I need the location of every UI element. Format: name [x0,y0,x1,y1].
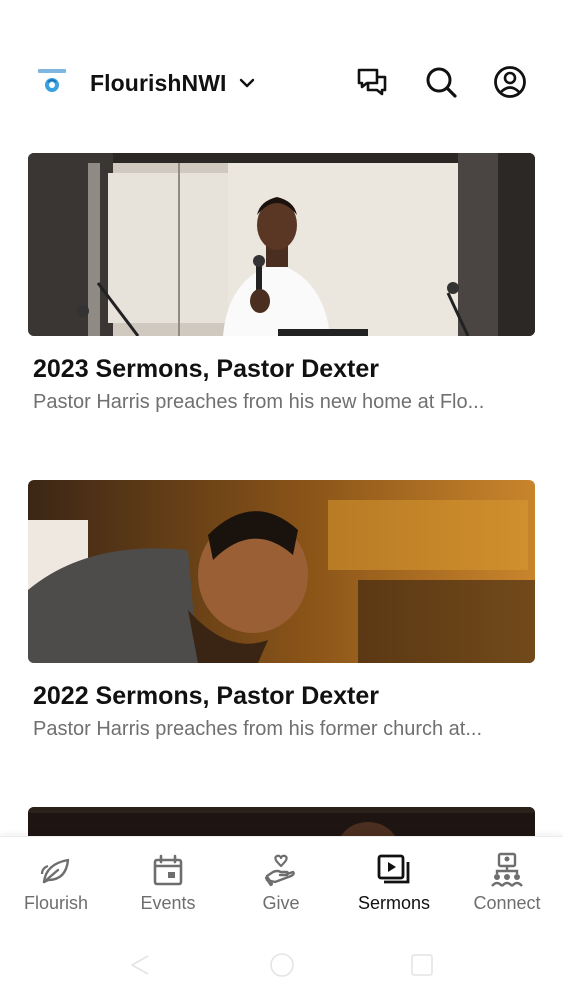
system-nav-bar [0,936,563,1000]
tab-label: Events [140,893,196,913]
sermon-thumbnail [28,480,535,663]
org-name: FlourishNWI [90,69,227,96]
people-network-icon [489,852,525,888]
tab-label: Sermons [357,893,431,913]
app-screen: FlourishNWI 2023 Sermons, Pastor Dexter … [0,0,563,1000]
leaf-icon [38,852,74,888]
messages-icon[interactable] [354,64,390,100]
tab-label: Connect [473,893,541,913]
sermon-subtitle: Pastor Harris preaches from his new home… [33,391,485,413]
tab-events[interactable]: Events [112,837,224,937]
top-header: FlourishNWI [0,52,563,112]
org-switcher[interactable]: FlourishNWI [90,66,257,100]
chevron-down-icon [237,73,257,93]
sermon-title: 2022 Sermons, Pastor Dexter [33,682,380,710]
sermon-title: 2023 Sermons, Pastor Dexter [33,355,380,383]
back-icon[interactable] [126,950,156,980]
tab-sermons[interactable]: Sermons [338,837,450,937]
video-player-icon [376,852,412,888]
search-icon[interactable] [423,64,459,100]
sermon-subtitle: Pastor Harris preaches from his former c… [33,718,483,740]
tab-flourish[interactable]: Flourish [0,837,112,937]
tab-connect[interactable]: Connect [451,837,563,937]
tab-give[interactable]: Give [225,837,337,937]
church-logo[interactable] [36,68,68,96]
sermon-card[interactable]: 2022 Sermons, Pastor Dexter Pastor Harri… [28,480,535,741]
bottom-tab-bar: Flourish Events Give Sermons Connect [0,836,563,937]
sermon-card[interactable]: 2023 Sermons, Pastor Dexter Pastor Harri… [28,153,535,414]
calendar-icon [150,852,186,888]
tab-label: Give [262,893,300,913]
recents-icon[interactable] [407,950,437,980]
profile-icon[interactable] [492,64,528,100]
home-icon[interactable] [267,950,297,980]
give-hand-icon [263,852,299,888]
sermon-thumbnail [28,153,535,336]
tab-label: Flourish [23,893,89,913]
